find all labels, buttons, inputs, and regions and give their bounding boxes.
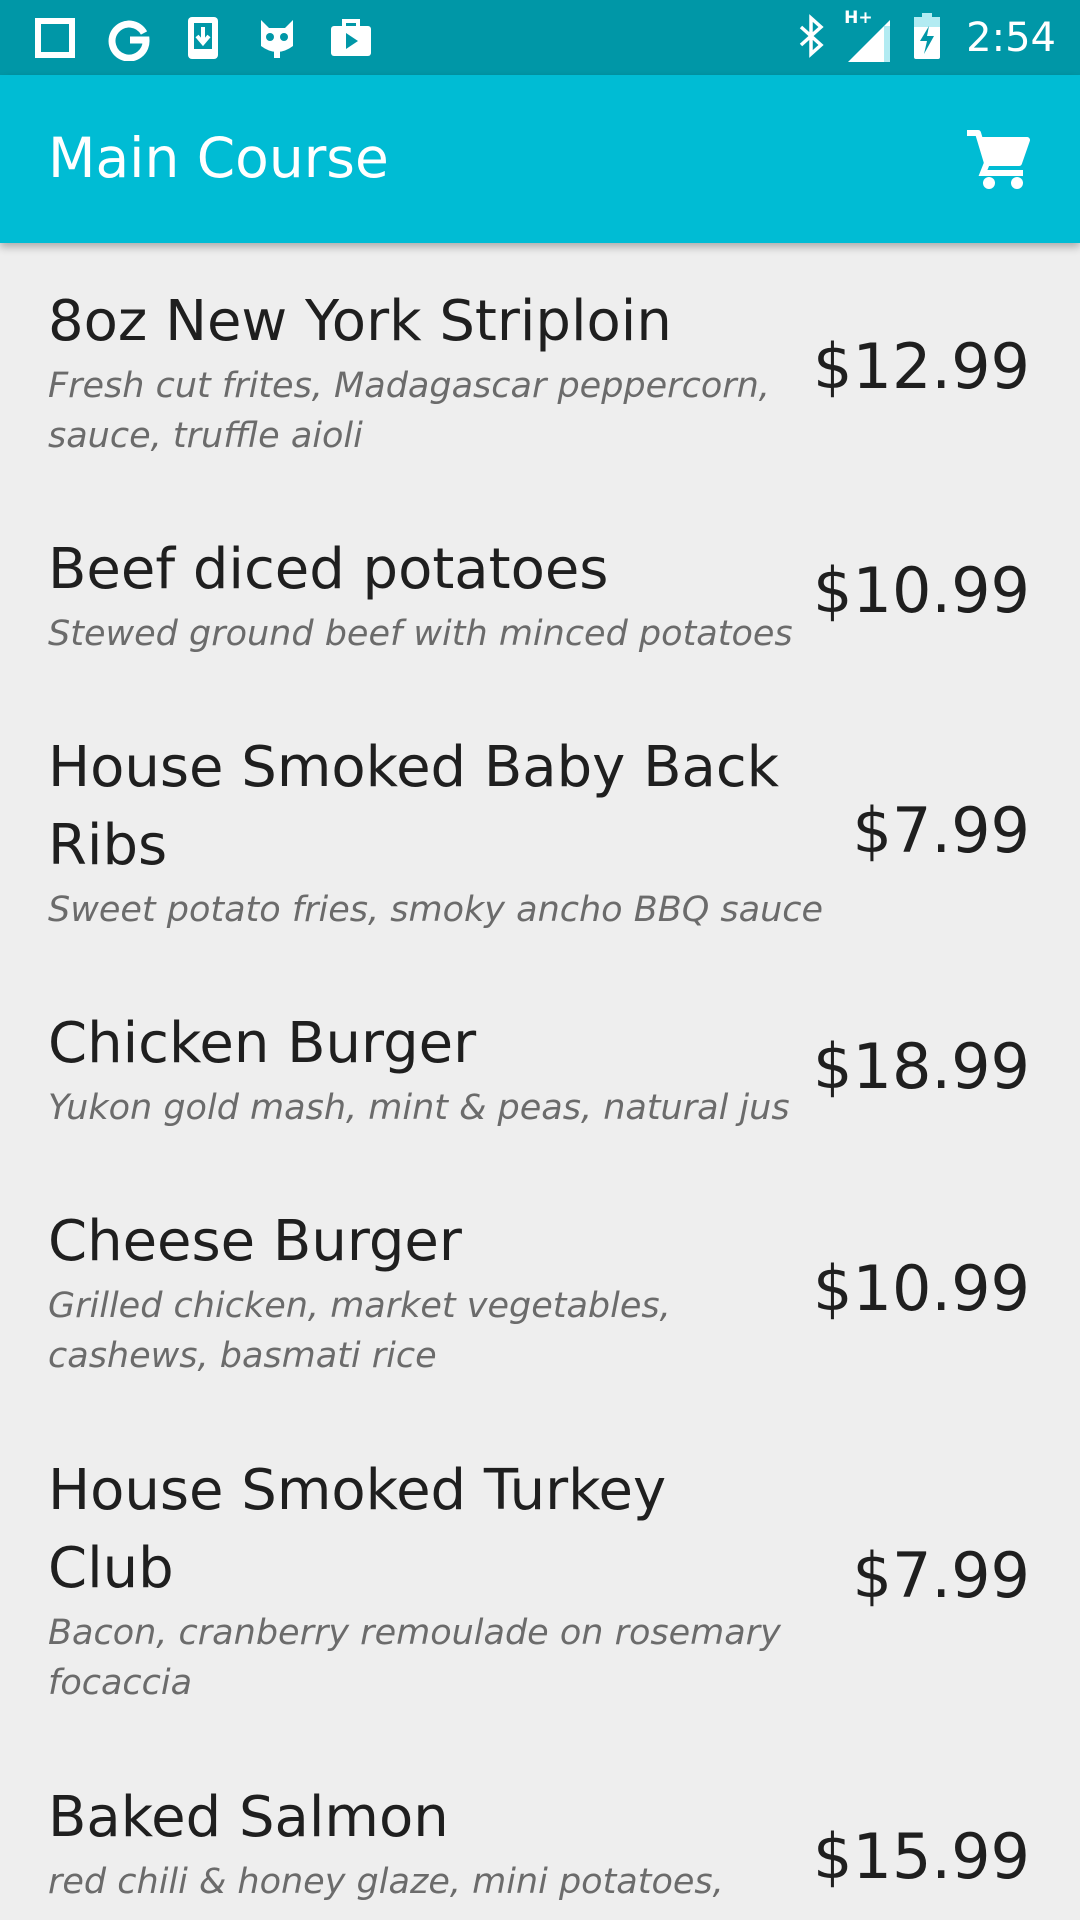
cart-button[interactable] xyxy=(958,119,1038,199)
menu-item-description: cashews, basmati rice xyxy=(48,1336,437,1376)
network-type-label: H+ xyxy=(844,8,873,28)
menu-item-price: $10.99 xyxy=(813,1252,1030,1325)
battery-charging-icon xyxy=(912,12,942,64)
menu-item-text: House Smoked Turkey Club Bacon, cranberr… xyxy=(48,1452,818,1708)
page-title: Main Course xyxy=(48,126,389,190)
menu-item-price: $15.99 xyxy=(813,1820,1030,1893)
cyanogen-icon xyxy=(254,15,300,61)
bluetooth-icon xyxy=(796,14,826,62)
system-icons: H+ 2:54 xyxy=(796,8,1056,66)
status-bar: H+ 2:54 xyxy=(0,0,1080,75)
menu-item-text: 8oz New York Striploin Fresh cut frites,… xyxy=(48,283,818,461)
store-icon xyxy=(328,15,374,61)
square-icon xyxy=(32,15,78,61)
menu-item-description: Grilled chicken, market vegetables, xyxy=(48,1286,671,1326)
menu-item-text: Cheese Burger Grilled chicken, market ve… xyxy=(48,1203,818,1381)
menu-item-description: Stewed ground beef with minced potatoes xyxy=(48,614,793,654)
menu-item-name: House Smoked Baby Back xyxy=(48,735,780,800)
download-icon xyxy=(180,15,226,61)
menu-item-name: Baked Salmon xyxy=(48,1785,449,1850)
menu-item-name: Chicken Burger xyxy=(48,1011,477,1076)
menu-item-description: Sweet potato fries, smoky ancho BBQ sauc… xyxy=(48,890,824,930)
menu-item-price: $10.99 xyxy=(813,554,1030,627)
menu-item-price: $7.99 xyxy=(852,794,1031,867)
menu-item-text: Baked Salmon red chili & honey glaze, mi… xyxy=(48,1779,818,1907)
menu-item-price: $18.99 xyxy=(813,1030,1030,1103)
menu-item-price: $12.99 xyxy=(813,330,1030,403)
menu-item-name: Beef diced potatoes xyxy=(48,537,609,602)
menu-item-name: Club xyxy=(48,1536,174,1601)
app-bar: Main Course xyxy=(0,75,1080,243)
menu-item-text: Beef diced potatoes Stewed ground beef w… xyxy=(48,531,818,659)
menu-item-name: Cheese Burger xyxy=(48,1209,462,1274)
signal-icon: H+ xyxy=(844,8,894,66)
menu-list: 8oz New York Striploin Fresh cut frites,… xyxy=(0,243,1080,1920)
menu-item-price: $7.99 xyxy=(852,1539,1031,1612)
menu-item-text: House Smoked Baby Back Ribs Sweet potato… xyxy=(48,729,824,935)
menu-item-description: red chili & honey glaze, mini potatoes, xyxy=(48,1862,724,1902)
menu-item-description: sauce, truffle aioli xyxy=(48,416,363,456)
menu-item-name: 8oz New York Striploin xyxy=(48,289,672,354)
status-time: 2:54 xyxy=(966,15,1056,61)
cart-icon xyxy=(967,130,1030,189)
menu-item-description: Yukon gold mash, mint & peas, natural ju… xyxy=(48,1088,790,1128)
notification-icons xyxy=(32,14,374,62)
menu-item-name: House Smoked Turkey xyxy=(48,1458,667,1523)
menu-item-text: Chicken Burger Yukon gold mash, mint & p… xyxy=(48,1005,818,1133)
menu-item-description: focaccia xyxy=(48,1663,193,1703)
menu-item-description: Fresh cut frites, Madagascar peppercorn, xyxy=(48,366,770,406)
menu-item-name: Ribs xyxy=(48,813,168,878)
menu-item-description: Bacon, cranberry remoulade on rosemary xyxy=(48,1613,781,1653)
google-icon xyxy=(106,15,152,61)
